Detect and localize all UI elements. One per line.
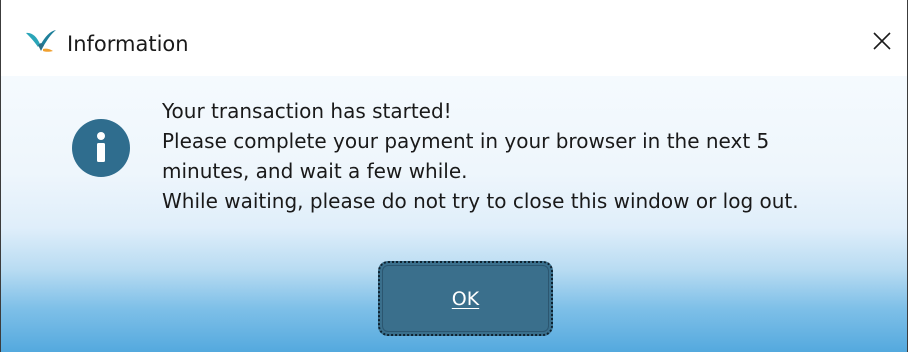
information-dialog: Information Your transaction has started… [0, 0, 908, 352]
info-icon [72, 119, 130, 177]
ok-button[interactable]: OK [378, 261, 553, 336]
title-bar[interactable]: Information [1, 0, 907, 76]
message-line: While waiting, please do not try to clos… [162, 189, 799, 213]
dialog-content: Your transaction has started! Please com… [1, 76, 907, 352]
message-line: Please complete your payment in your bro… [162, 129, 770, 153]
window-title: Information [67, 32, 189, 56]
message-text: Your transaction has started! Please com… [162, 96, 882, 216]
message-line: Your transaction has started! [162, 99, 452, 123]
message-line: minutes, and wait a few while. [162, 159, 468, 183]
ok-button-label: OK [451, 287, 480, 310]
close-icon [872, 31, 892, 55]
close-button[interactable] [857, 18, 907, 68]
bird-logo-icon [25, 29, 57, 55]
